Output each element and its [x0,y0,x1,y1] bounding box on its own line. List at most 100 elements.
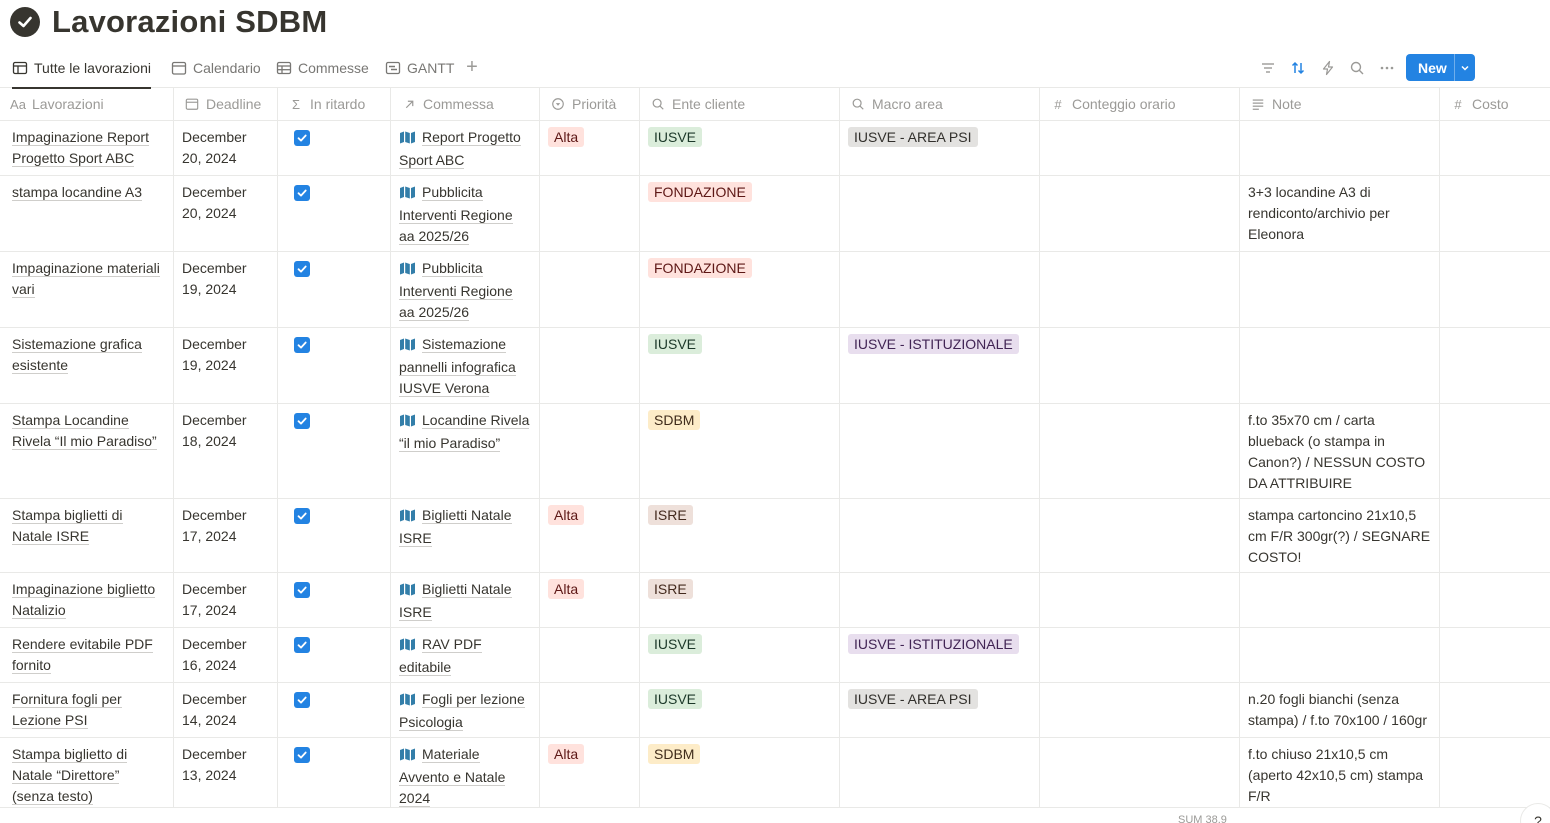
row-title[interactable]: Stampa biglietti di Natale ISRE [12,507,123,545]
column-sum[interactable]: SUM 38.9 [1178,814,1227,823]
cell-note[interactable]: n.20 fogli bianchi (senza stampa) / f.to… [1240,683,1440,737]
checkbox-checked-icon[interactable] [294,637,310,653]
checkbox-checked-icon[interactable] [294,261,310,277]
commessa-link[interactable]: Report Progetto Sport ABC [399,129,521,169]
table-row[interactable]: Impaginazione materiali vari December 19,… [0,252,1550,328]
column-header-deadline[interactable]: Deadline [174,88,278,120]
more-options-icon[interactable] [1377,58,1397,78]
cell-deadline[interactable]: December 18, 2024 [174,404,278,498]
checkbox-checked-icon[interactable] [294,508,310,524]
row-title[interactable]: Stampa Locandine Rivela “Il mio Paradiso… [12,412,157,450]
cell-ente-cliente[interactable]: SDBM [640,738,840,807]
cell-costo[interactable] [1440,499,1550,572]
cell-lavorazione[interactable]: Impaginazione materiali vari [0,252,174,327]
column-header-ente-cliente[interactable]: Ente cliente [640,88,840,120]
cell-deadline[interactable]: December 20, 2024 [174,176,278,251]
table-row[interactable]: Stampa Locandine Rivela “Il mio Paradiso… [0,404,1550,499]
search-icon[interactable] [1347,58,1367,78]
cell-costo[interactable] [1440,176,1550,251]
cell-deadline[interactable]: December 16, 2024 [174,628,278,682]
checkbox-checked-icon[interactable] [294,130,310,146]
new-button[interactable]: New [1406,54,1475,81]
checkbox-checked-icon[interactable] [294,747,310,763]
cell-conteggio-orario[interactable] [1040,176,1240,251]
cell-deadline[interactable]: December 14, 2024 [174,683,278,737]
cell-ente-cliente[interactable]: IUSVE [640,121,840,175]
table-row[interactable]: Impaginazione Report Progetto Sport ABC D… [0,121,1550,176]
cell-macro-area[interactable] [840,573,1040,627]
cell-conteggio-orario[interactable] [1040,628,1240,682]
cell-conteggio-orario[interactable] [1040,404,1240,498]
cell-lavorazione[interactable]: Stampa Locandine Rivela “Il mio Paradiso… [0,404,174,498]
cell-priorita[interactable] [540,404,640,498]
lightning-icon[interactable] [1318,58,1338,78]
tab-gantt[interactable]: GANTT [385,48,454,88]
cell-conteggio-orario[interactable] [1040,252,1240,327]
cell-commessa[interactable]: Biglietti Natale ISRE [391,573,540,627]
cell-commessa[interactable]: Materiale Avvento e Natale 2024 [391,738,540,807]
cell-lavorazione[interactable]: Stampa biglietti di Natale ISRE [0,499,174,572]
table-row[interactable]: Stampa biglietti di Natale ISRE December … [0,499,1550,573]
cell-priorita[interactable]: Alta [540,738,640,807]
cell-note[interactable]: stampa cartoncino 21x10,5 cm F/R 300gr(?… [1240,499,1440,572]
cell-note[interactable] [1240,573,1440,627]
commessa-link[interactable]: RAV PDF editabile [399,636,482,676]
cell-note[interactable] [1240,121,1440,175]
cell-conteggio-orario[interactable] [1040,499,1240,572]
tab-tutte-le-lavorazioni[interactable]: Tutte le lavorazioni [12,48,151,89]
cell-deadline[interactable]: December 19, 2024 [174,328,278,403]
cell-commessa[interactable]: Report Progetto Sport ABC [391,121,540,175]
row-title[interactable]: Impaginazione materiali vari [12,260,160,298]
column-header-macro-area[interactable]: Macro area [840,88,1040,120]
tab-calendario[interactable]: Calendario [171,48,261,88]
cell-conteggio-orario[interactable] [1040,121,1240,175]
checkbox-checked-icon[interactable] [294,692,310,708]
row-title[interactable]: Sistemazione grafica esistente [12,336,142,374]
cell-macro-area[interactable] [840,738,1040,807]
cell-macro-area[interactable]: IUSVE - ISTITUZIONALE [840,328,1040,403]
cell-costo[interactable] [1440,404,1550,498]
cell-note[interactable] [1240,328,1440,403]
cell-macro-area[interactable]: IUSVE - AREA PSI [840,683,1040,737]
cell-conteggio-orario[interactable] [1040,328,1240,403]
cell-conteggio-orario[interactable] [1040,738,1240,807]
cell-note[interactable]: f.to 35x70 cm / carta blueback (o stampa… [1240,404,1440,498]
sort-icon[interactable] [1288,58,1308,78]
cell-lavorazione[interactable]: Sistemazione grafica esistente [0,328,174,403]
cell-priorita[interactable] [540,176,640,251]
chevron-down-icon[interactable] [1455,63,1475,73]
column-header-priorita[interactable]: Priorità [540,88,640,120]
cell-ente-cliente[interactable]: IUSVE [640,683,840,737]
cell-priorita[interactable] [540,628,640,682]
commessa-link[interactable]: Sistemazione pannelli infografica IUSVE … [399,336,516,397]
checkbox-checked-icon[interactable] [294,185,310,201]
commessa-link[interactable]: Pubblicita Interventi Regione aa 2025/26 [399,184,513,245]
cell-costo[interactable] [1440,738,1550,807]
cell-macro-area[interactable] [840,176,1040,251]
row-title[interactable]: stampa locandine A3 [12,184,142,201]
cell-priorita[interactable] [540,328,640,403]
row-title[interactable]: Impaginazione Report Progetto Sport ABC [12,129,149,167]
cell-conteggio-orario[interactable] [1040,683,1240,737]
cell-ente-cliente[interactable]: FONDAZIONE [640,176,840,251]
cell-costo[interactable] [1440,121,1550,175]
cell-ente-cliente[interactable]: SDBM [640,404,840,498]
cell-deadline[interactable]: December 20, 2024 [174,121,278,175]
commessa-link[interactable]: Fogli per lezione Psicologia [399,691,525,731]
column-header-costo[interactable]: # Costo [1440,88,1550,120]
cell-ente-cliente[interactable]: ISRE [640,499,840,572]
add-view-icon[interactable]: + [463,57,481,77]
row-title[interactable]: Rendere evitabile PDF fornito [12,636,153,674]
cell-commessa[interactable]: Locandine Rivela “il mio Paradiso” [391,404,540,498]
cell-commessa[interactable]: Biglietti Natale ISRE [391,499,540,572]
cell-lavorazione[interactable]: stampa locandine A3 [0,176,174,251]
column-header-lavorazioni[interactable]: Aa Lavorazioni [0,88,174,120]
cell-note[interactable] [1240,252,1440,327]
tab-commesse[interactable]: Commesse [276,48,369,88]
page-title[interactable]: Lavorazioni SDBM [52,4,327,40]
row-title[interactable]: Impaginazione biglietto Natalizio [12,581,156,619]
cell-commessa[interactable]: Pubblicita Interventi Regione aa 2025/26 [391,176,540,251]
cell-macro-area[interactable]: IUSVE - AREA PSI [840,121,1040,175]
cell-lavorazione[interactable]: Impaginazione Report Progetto Sport ABC [0,121,174,175]
cell-costo[interactable] [1440,628,1550,682]
